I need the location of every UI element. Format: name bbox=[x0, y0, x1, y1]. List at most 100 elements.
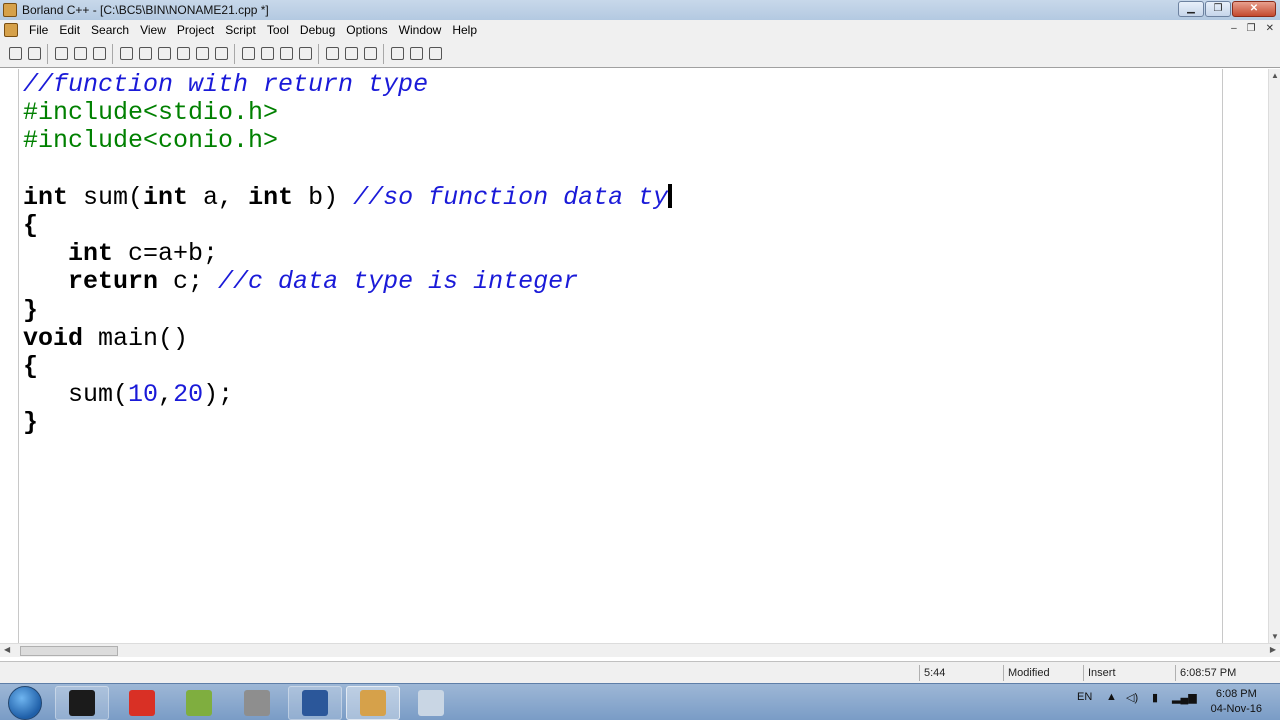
code-line[interactable] bbox=[23, 156, 672, 184]
status-time: 6:08:57 PM bbox=[1175, 665, 1280, 681]
code-line[interactable]: sum(10,20); bbox=[23, 380, 672, 410]
code-token: int bbox=[68, 239, 114, 269]
build-button[interactable] bbox=[174, 45, 192, 63]
stop-icon bbox=[214, 47, 228, 60]
debug-button[interactable] bbox=[193, 45, 211, 63]
menu-window[interactable]: Window bbox=[394, 23, 448, 37]
doc-minimize-button[interactable]: – bbox=[1231, 23, 1237, 34]
compile-button[interactable] bbox=[117, 45, 135, 63]
menu-file[interactable]: File bbox=[24, 23, 54, 37]
taskbar: EN ▲ ◁) ▮ ▂▄▆ 6:08 PM 04-Nov-16 bbox=[0, 683, 1280, 720]
taskbar-borland-button[interactable] bbox=[346, 686, 400, 720]
close-button[interactable] bbox=[258, 45, 276, 63]
code-token: c=a+b; bbox=[113, 239, 219, 269]
close-icon bbox=[260, 47, 274, 60]
language-indicator[interactable]: EN bbox=[1077, 691, 1092, 703]
scroll-right-icon[interactable]: ▶ bbox=[1270, 645, 1276, 654]
paste-icon bbox=[92, 47, 106, 60]
code-line[interactable]: //function with return type bbox=[23, 70, 672, 99]
breakpoint-button[interactable] bbox=[323, 45, 341, 63]
modified-status: Modified bbox=[1003, 665, 1083, 681]
menu-debug[interactable]: Debug bbox=[295, 23, 341, 37]
borland-app-icon[interactable] bbox=[3, 3, 17, 17]
help-button[interactable] bbox=[426, 45, 444, 63]
scrollbar-thumb[interactable] bbox=[20, 646, 118, 656]
step-icon bbox=[279, 47, 293, 60]
show-hidden-icons-icon[interactable]: ▲ bbox=[1106, 691, 1117, 703]
window-button[interactable] bbox=[388, 45, 406, 63]
menu-tool[interactable]: Tool bbox=[262, 23, 295, 37]
text-caret bbox=[668, 183, 673, 208]
code-line[interactable]: void main() bbox=[23, 323, 672, 353]
save-button[interactable] bbox=[25, 45, 43, 63]
code-token: //function with return type bbox=[23, 70, 429, 99]
inspect-button[interactable] bbox=[296, 45, 314, 63]
system-clock[interactable]: 6:08 PM 04-Nov-16 bbox=[1211, 687, 1262, 717]
code-line[interactable]: #include<stdio.h> bbox=[23, 99, 672, 127]
code-token: } bbox=[23, 295, 39, 325]
scroll-left-icon[interactable]: ◀ bbox=[4, 645, 10, 654]
code-line[interactable]: } bbox=[23, 409, 672, 437]
code-editor[interactable]: //function with return type #include<stdi… bbox=[0, 69, 1280, 643]
paste-button[interactable] bbox=[90, 45, 108, 63]
start-button[interactable] bbox=[8, 686, 42, 720]
menu-view[interactable]: View bbox=[135, 23, 172, 37]
taskbar-cmd-button[interactable] bbox=[55, 686, 109, 720]
make-icon bbox=[138, 47, 152, 60]
menu-project[interactable]: Project bbox=[172, 23, 220, 37]
code-line[interactable]: { bbox=[23, 352, 672, 381]
code-token: 20 bbox=[173, 380, 204, 410]
run-icon bbox=[157, 47, 171, 60]
code-token: //so function data ty bbox=[353, 182, 669, 212]
code-line[interactable]: { bbox=[23, 210, 672, 240]
open-button[interactable] bbox=[6, 45, 24, 63]
watch-button[interactable] bbox=[342, 45, 360, 63]
tile-button[interactable] bbox=[407, 45, 425, 63]
menu-options[interactable]: Options bbox=[341, 23, 393, 37]
restore-button[interactable]: ❐ bbox=[1205, 1, 1231, 17]
code-line[interactable]: } bbox=[23, 295, 672, 325]
minimize-button[interactable]: ▁ bbox=[1178, 1, 1204, 17]
code-token: main() bbox=[83, 323, 189, 353]
step-button[interactable] bbox=[277, 45, 295, 63]
volume-icon[interactable]: ◁) bbox=[1126, 691, 1138, 704]
code-line[interactable]: #include<conio.h> bbox=[23, 127, 672, 155]
code-line[interactable]: int c=a+b; bbox=[23, 240, 672, 268]
taskbar-chrome-button[interactable] bbox=[115, 686, 169, 720]
cmd-icon bbox=[69, 690, 95, 716]
run-button[interactable] bbox=[155, 45, 173, 63]
taskbar-notepad-button[interactable] bbox=[172, 686, 226, 720]
inspect-icon bbox=[298, 47, 312, 60]
evaluate-button[interactable] bbox=[361, 45, 379, 63]
stop-button[interactable] bbox=[212, 45, 230, 63]
menu-search[interactable]: Search bbox=[86, 23, 135, 37]
doc-close-button[interactable]: ✕ bbox=[1266, 23, 1274, 34]
compile-icon bbox=[119, 47, 133, 60]
menu-help[interactable]: Help bbox=[447, 23, 483, 37]
taskbar-word-button[interactable] bbox=[288, 686, 342, 720]
doc-restore-button[interactable]: ❐ bbox=[1247, 23, 1256, 34]
scroll-down-icon[interactable]: ▼ bbox=[1271, 632, 1279, 641]
vertical-scrollbar[interactable]: ▲ ▼ bbox=[1268, 69, 1280, 643]
taskbar-printer-button[interactable] bbox=[230, 686, 284, 720]
cut-button[interactable] bbox=[52, 45, 70, 63]
horizontal-scrollbar[interactable]: ◀ ▶ bbox=[0, 643, 1280, 657]
code-token: { bbox=[23, 210, 39, 240]
toolbar-separator bbox=[234, 43, 235, 64]
code-area[interactable]: //function with return type #include<stdi… bbox=[23, 70, 673, 437]
taskbar-calculator-button[interactable] bbox=[404, 686, 458, 720]
document-system-icon[interactable] bbox=[4, 23, 18, 37]
menu-edit[interactable]: Edit bbox=[54, 23, 86, 37]
undo-icon bbox=[241, 47, 255, 60]
menu-script[interactable]: Script bbox=[220, 23, 262, 37]
undo-button[interactable] bbox=[239, 45, 257, 63]
scroll-up-icon[interactable]: ▲ bbox=[1271, 71, 1279, 80]
battery-icon[interactable]: ▮ bbox=[1152, 691, 1158, 704]
toolbar-separator bbox=[112, 43, 113, 64]
close-button[interactable]: ✕ bbox=[1232, 1, 1276, 17]
code-line[interactable]: return c; //c data type is integer bbox=[23, 268, 672, 296]
network-icon[interactable]: ▂▄▆ bbox=[1172, 691, 1197, 704]
copy-button[interactable] bbox=[71, 45, 89, 63]
make-button[interactable] bbox=[136, 45, 154, 63]
code-line[interactable]: int sum(int a, int b) //so function data… bbox=[23, 182, 673, 212]
